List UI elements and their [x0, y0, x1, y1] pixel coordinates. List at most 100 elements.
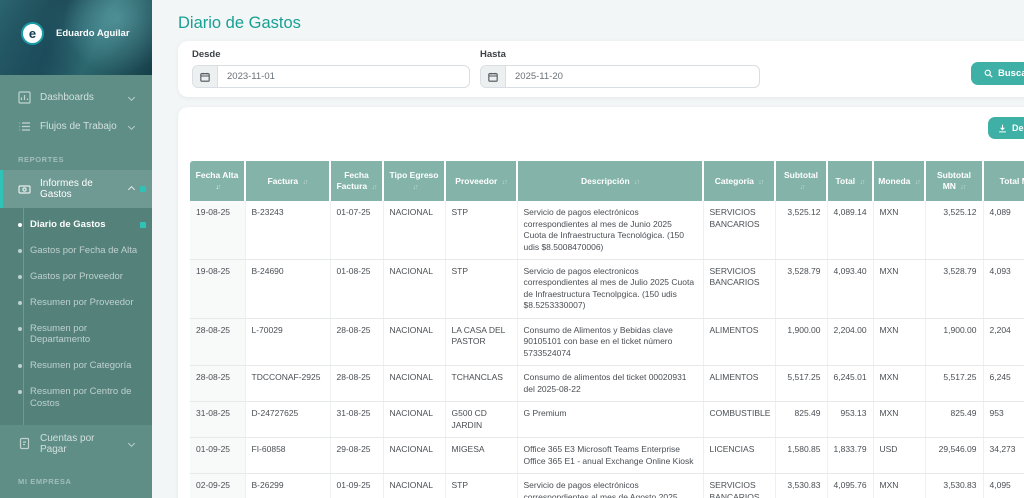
table-row: 02-09-25B-2629901-09-25NACIONALSTPServic…: [190, 474, 1024, 498]
bullet-icon: [18, 364, 22, 368]
chevron-down-icon: [128, 440, 135, 447]
cell-fecha_alta: 19-08-25: [190, 201, 245, 259]
sort-icon: ↓↑: [800, 184, 805, 191]
sidebar-item-flujos[interactable]: Flujos de Trabajo: [0, 112, 152, 141]
avatar[interactable]: e: [21, 22, 44, 45]
cell-fecha_factura: 28-08-25: [330, 318, 383, 365]
cell-moneda: USD: [873, 438, 925, 474]
active-indicator: [140, 186, 146, 192]
cell-total_mn: 4,095: [983, 474, 1024, 498]
cell-subtotal_mn: 29,546.09: [925, 438, 983, 474]
column-header-subtotal_mn[interactable]: Subtotal MN ↓↑: [925, 161, 983, 201]
sidebar-nav: Dashboards Flujos de Trabajo REPORTES In…: [0, 75, 152, 498]
submenu-item-6[interactable]: Resumen por Centro de Costos: [0, 379, 152, 417]
column-label: Total MN: [1000, 176, 1024, 186]
cell-tipo_egreso: NACIONAL: [383, 474, 445, 498]
cell-fecha_factura: 28-08-25: [330, 366, 383, 402]
bullet-icon: [18, 301, 22, 305]
filter-card: Desde Hasta Buscar Limpia: [178, 41, 1024, 97]
column-label: Proveedor: [455, 176, 497, 186]
cell-factura: D-24727625: [245, 402, 330, 438]
cell-subtotal: 3,525.12: [775, 201, 827, 259]
cell-tipo_egreso: NACIONAL: [383, 318, 445, 365]
cell-proveedor: STP: [445, 474, 517, 498]
cell-descripcion: G Premium: [517, 402, 703, 438]
sidebar-header: e Eduardo Aguilar: [0, 0, 152, 75]
column-header-descripcion[interactable]: Descripción ↓↑: [517, 161, 703, 201]
descargar-label: Descargar CSV: [1012, 123, 1024, 133]
download-icon: [998, 124, 1007, 133]
descargar-button[interactable]: Descargar CSV: [988, 117, 1024, 139]
column-header-subtotal[interactable]: Subtotal ↓↑: [775, 161, 827, 201]
sort-icon: ↓↑: [216, 184, 221, 191]
sidebar-item-dashboards[interactable]: Dashboards: [0, 83, 152, 112]
desde-date-input[interactable]: [218, 66, 469, 87]
invoice-icon: [18, 437, 31, 450]
cell-fecha_alta: 31-08-25: [190, 402, 245, 438]
cell-subtotal: 825.49: [775, 402, 827, 438]
cell-categoria: SERVICIOS BANCARIOS: [703, 474, 775, 498]
calendar-icon[interactable]: [193, 66, 218, 87]
sort-icon: ↓↑: [960, 184, 965, 191]
cell-categoria: SERVICIOS BANCARIOS: [703, 201, 775, 259]
cell-fecha_alta: 02-09-25: [190, 474, 245, 498]
submenu-item-label: Resumen por Categoría: [30, 360, 131, 372]
column-header-categoria[interactable]: Categoría ↓↑: [703, 161, 775, 201]
cell-moneda: MXN: [873, 260, 925, 319]
sort-icon: ↓↑: [634, 179, 639, 186]
cell-total_mn: 6,245: [983, 366, 1024, 402]
cell-total_mn: 4,093: [983, 260, 1024, 319]
chevron-down-icon: [128, 123, 135, 130]
cell-factura: FI-60858: [245, 438, 330, 474]
column-header-fecha_alta[interactable]: Fecha Alta ↓↑: [190, 161, 245, 201]
calendar-icon[interactable]: [481, 66, 506, 87]
sidebar-item-cuentas-por-pagar[interactable]: Cuentas por Pagar: [0, 425, 152, 463]
column-header-fecha_factura[interactable]: Fecha Factura ↓↑: [330, 161, 383, 201]
column-header-moneda[interactable]: Moneda ↓↑: [873, 161, 925, 201]
hasta-input-group: [480, 65, 760, 88]
cell-descripcion: Servicio de pagos electronicos correspon…: [517, 260, 703, 319]
active-indicator: [140, 222, 146, 228]
cell-fecha_factura: 29-08-25: [330, 438, 383, 474]
cell-descripcion: Office 365 E3 Microsoft Teams Enterprise…: [517, 438, 703, 474]
cell-categoria: ALIMENTOS: [703, 318, 775, 365]
cell-categoria: LICENCIAS: [703, 438, 775, 474]
cell-tipo_egreso: NACIONAL: [383, 438, 445, 474]
sidebar-item-catalogos[interactable]: Catálogos: [0, 492, 152, 498]
cell-moneda: MXN: [873, 402, 925, 438]
column-header-total[interactable]: Total ↓↑: [827, 161, 873, 201]
cell-proveedor: TCHANCLAS: [445, 366, 517, 402]
submenu-item-4[interactable]: Resumen por Departamento: [0, 316, 152, 354]
cell-subtotal_mn: 3,530.83: [925, 474, 983, 498]
column-header-factura[interactable]: Factura ↓↑: [245, 161, 330, 201]
hasta-date-input[interactable]: [506, 66, 759, 87]
column-header-proveedor[interactable]: Proveedor ↓↑: [445, 161, 517, 201]
column-header-tipo_egreso[interactable]: Tipo Egreso ↓↑: [383, 161, 445, 201]
cell-categoria: COMBUSTIBLE: [703, 402, 775, 438]
cell-total_mn: 953: [983, 402, 1024, 438]
table-row: 19-08-25B-2324301-07-25NACIONALSTPServic…: [190, 201, 1024, 259]
sort-icon: ↓↑: [758, 179, 763, 186]
column-label: Total: [835, 176, 855, 186]
sidebar-item-informes-de-gastos[interactable]: Informes de Gastos: [0, 170, 152, 208]
submenu-item-5[interactable]: Resumen por Categoría: [0, 353, 152, 379]
cell-subtotal_mn: 1,900.00: [925, 318, 983, 365]
sort-icon: ↓↑: [413, 184, 418, 191]
sidebar-item-label: Flujos de Trabajo: [40, 121, 120, 132]
submenu-item-3[interactable]: Resumen por Proveedor: [0, 290, 152, 316]
column-label: Categoría: [715, 176, 754, 186]
submenu-item-label: Gastos por Proveedor: [30, 271, 123, 283]
column-header-total_mn[interactable]: Total MN ↓↑: [983, 161, 1024, 201]
cell-factura: B-24690: [245, 260, 330, 319]
submenu-item-2[interactable]: Gastos por Proveedor: [0, 264, 152, 290]
hasta-label: Hasta: [480, 49, 760, 60]
cell-tipo_egreso: NACIONAL: [383, 402, 445, 438]
cell-proveedor: STP: [445, 260, 517, 319]
cell-factura: L-70029: [245, 318, 330, 365]
buscar-button[interactable]: Buscar: [971, 62, 1024, 85]
cell-total: 4,093.40: [827, 260, 873, 319]
cell-factura: TDCCONAF-2925: [245, 366, 330, 402]
cell-subtotal: 3,528.79: [775, 260, 827, 319]
submenu-item-1[interactable]: Gastos por Fecha de Alta: [0, 238, 152, 264]
submenu-item-0[interactable]: Diario de Gastos: [0, 212, 152, 238]
